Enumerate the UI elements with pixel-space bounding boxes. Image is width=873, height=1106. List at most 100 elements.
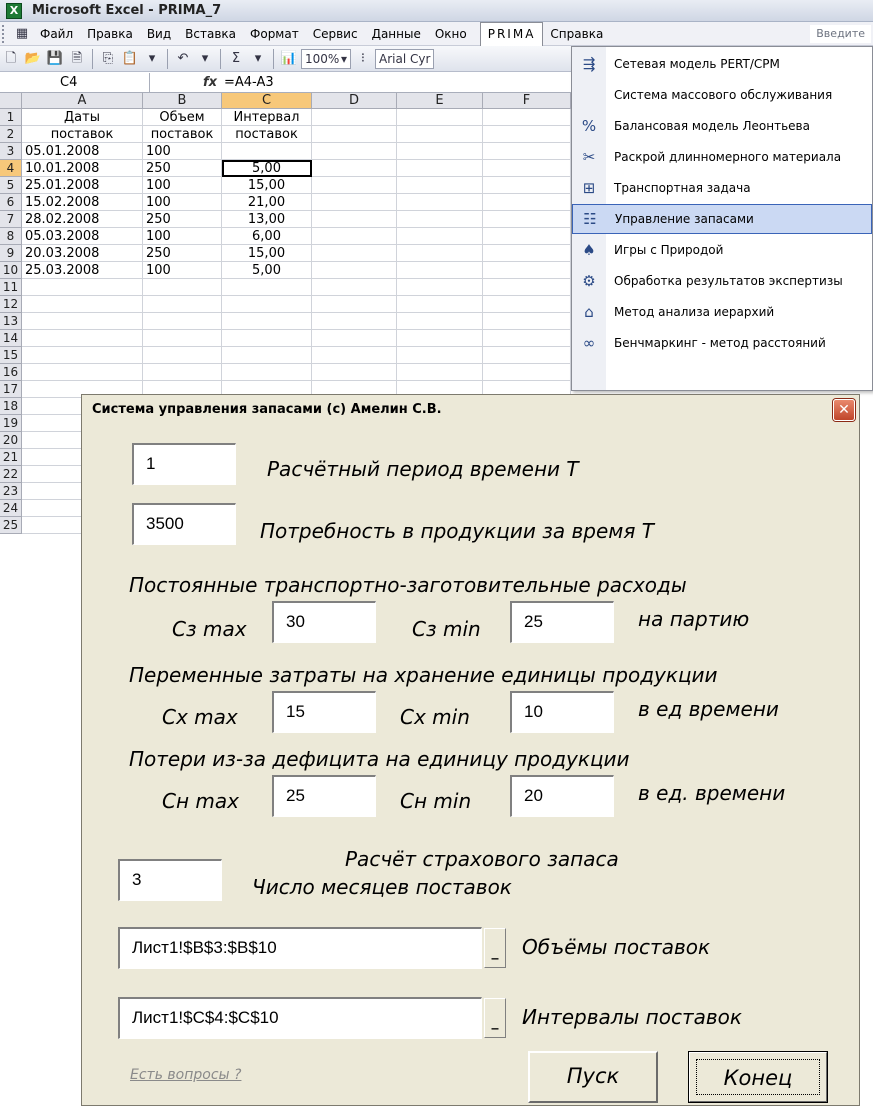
table-cell[interactable] [143, 279, 222, 296]
row-header[interactable]: 4 [0, 160, 22, 177]
table-cell[interactable] [312, 160, 397, 177]
row-header[interactable]: 12 [0, 296, 22, 313]
formula-input[interactable]: =A4-A3 [224, 75, 274, 90]
table-cell[interactable] [483, 245, 571, 262]
table-cell[interactable]: 28.02.2008 [22, 211, 143, 228]
table-cell[interactable] [22, 313, 143, 330]
cz-min-input[interactable]: 25 [510, 601, 614, 643]
row-header[interactable]: 8 [0, 228, 22, 245]
column-header[interactable]: C [222, 93, 312, 109]
menu-item-item[interactable]: Формат [243, 27, 306, 41]
table-cell[interactable] [397, 364, 483, 381]
row-header[interactable]: 20 [0, 432, 22, 449]
table-cell[interactable]: 25.01.2008 [22, 177, 143, 194]
table-cell[interactable]: Даты [22, 109, 143, 126]
table-cell[interactable] [312, 143, 397, 160]
table-cell[interactable] [483, 364, 571, 381]
table-cell[interactable] [143, 347, 222, 364]
table-cell[interactable] [397, 126, 483, 143]
table-cell[interactable] [22, 347, 143, 364]
undo-icon[interactable]: ↶ [173, 49, 193, 69]
table-cell[interactable] [312, 364, 397, 381]
row-header[interactable]: 6 [0, 194, 22, 211]
toolbar-options-icon[interactable]: ⁝ [353, 49, 373, 69]
row-header[interactable]: 17 [0, 381, 22, 398]
table-cell[interactable]: 250 [143, 245, 222, 262]
table-cell[interactable]: 5,00 [222, 262, 312, 279]
table-cell[interactable] [483, 143, 571, 160]
column-header[interactable]: B [143, 93, 222, 109]
row-header[interactable]: 24 [0, 500, 22, 517]
row-header[interactable]: 7 [0, 211, 22, 228]
open-folder-icon[interactable]: 📂 [23, 49, 43, 69]
table-cell[interactable] [397, 330, 483, 347]
volumes-ref-input[interactable]: Лист1!$B$3:$B$10 [118, 927, 482, 969]
font-select[interactable]: Arial Cyr [375, 48, 435, 69]
table-cell[interactable]: 05.01.2008 [22, 143, 143, 160]
volumes-ref-button[interactable]: _ [484, 928, 506, 968]
menu-item-item[interactable]: Файл [33, 27, 80, 41]
table-cell[interactable] [397, 177, 483, 194]
table-cell[interactable] [22, 330, 143, 347]
column-header[interactable]: D [312, 93, 397, 109]
table-cell[interactable] [222, 296, 312, 313]
table-cell[interactable] [312, 228, 397, 245]
table-cell[interactable] [397, 194, 483, 211]
permission-icon[interactable]: 🗎 [67, 49, 87, 69]
table-cell[interactable]: 100 [143, 143, 222, 160]
table-cell[interactable]: 100 [143, 194, 222, 211]
table-cell[interactable]: 15,00 [222, 177, 312, 194]
intervals-ref-input[interactable]: Лист1!$C$4:$C$10 [118, 997, 482, 1039]
table-cell[interactable] [222, 279, 312, 296]
table-cell[interactable] [483, 279, 571, 296]
row-header[interactable]: 25 [0, 517, 22, 534]
table-cell[interactable]: 05.03.2008 [22, 228, 143, 245]
close-icon[interactable]: ✕ [833, 399, 855, 421]
help-search-box[interactable]: Введите [810, 24, 871, 43]
table-cell[interactable] [312, 279, 397, 296]
table-cell[interactable]: поставок [143, 126, 222, 143]
table-cell[interactable] [312, 313, 397, 330]
column-header[interactable]: E [397, 93, 483, 109]
table-cell[interactable] [483, 126, 571, 143]
menu-item-prima-option[interactable]: ⚙ Обработка результатов экспертизы [572, 266, 872, 296]
excel-doc-icon[interactable]: ▦ [12, 24, 32, 44]
chart-wizard-icon[interactable]: 📊 [279, 49, 299, 69]
row-header[interactable]: 13 [0, 313, 22, 330]
paste-dropdown-icon[interactable]: ▾ [142, 49, 162, 69]
table-cell[interactable]: 6,00 [222, 228, 312, 245]
table-cell[interactable]: 250 [143, 160, 222, 177]
table-cell[interactable] [397, 143, 483, 160]
menu-item-prima-option[interactable]: ⇶ Сетевая модель PERT/CPM [572, 49, 872, 79]
table-cell[interactable] [143, 296, 222, 313]
menu-item-prima-option[interactable]: ∞ Бенчмаркинг - метод расстояний [572, 328, 872, 358]
table-cell[interactable] [312, 262, 397, 279]
period-input[interactable]: 1 [132, 443, 236, 485]
table-cell[interactable]: 21,00 [222, 194, 312, 211]
table-cell[interactable] [143, 364, 222, 381]
menu-item-prima[interactable]: PRIMA [479, 21, 544, 46]
table-cell[interactable] [312, 109, 397, 126]
cn-min-input[interactable]: 20 [510, 775, 614, 817]
save-icon[interactable]: 💾 [45, 49, 65, 69]
row-header[interactable]: 10 [0, 262, 22, 279]
cx-min-input[interactable]: 10 [510, 691, 614, 733]
table-cell[interactable] [397, 160, 483, 177]
table-cell[interactable] [483, 211, 571, 228]
table-cell[interactable] [22, 279, 143, 296]
table-cell[interactable] [397, 245, 483, 262]
start-button[interactable]: Пуск [528, 1051, 658, 1103]
row-header[interactable]: 16 [0, 364, 22, 381]
row-header[interactable]: 22 [0, 466, 22, 483]
menu-item-prima-option[interactable]: ⊞ Транспортная задача [572, 173, 872, 203]
table-cell[interactable] [312, 194, 397, 211]
row-header[interactable]: 15 [0, 347, 22, 364]
table-cell[interactable] [143, 330, 222, 347]
table-cell[interactable] [483, 262, 571, 279]
table-cell[interactable] [397, 279, 483, 296]
cn-max-input[interactable]: 25 [272, 775, 376, 817]
zoom-select[interactable]: 100% ▾ [301, 48, 351, 69]
menu-item-prima-option[interactable]: ♠ Игры с Природой [572, 235, 872, 265]
table-cell[interactable] [312, 177, 397, 194]
table-cell[interactable]: поставок [222, 126, 312, 143]
